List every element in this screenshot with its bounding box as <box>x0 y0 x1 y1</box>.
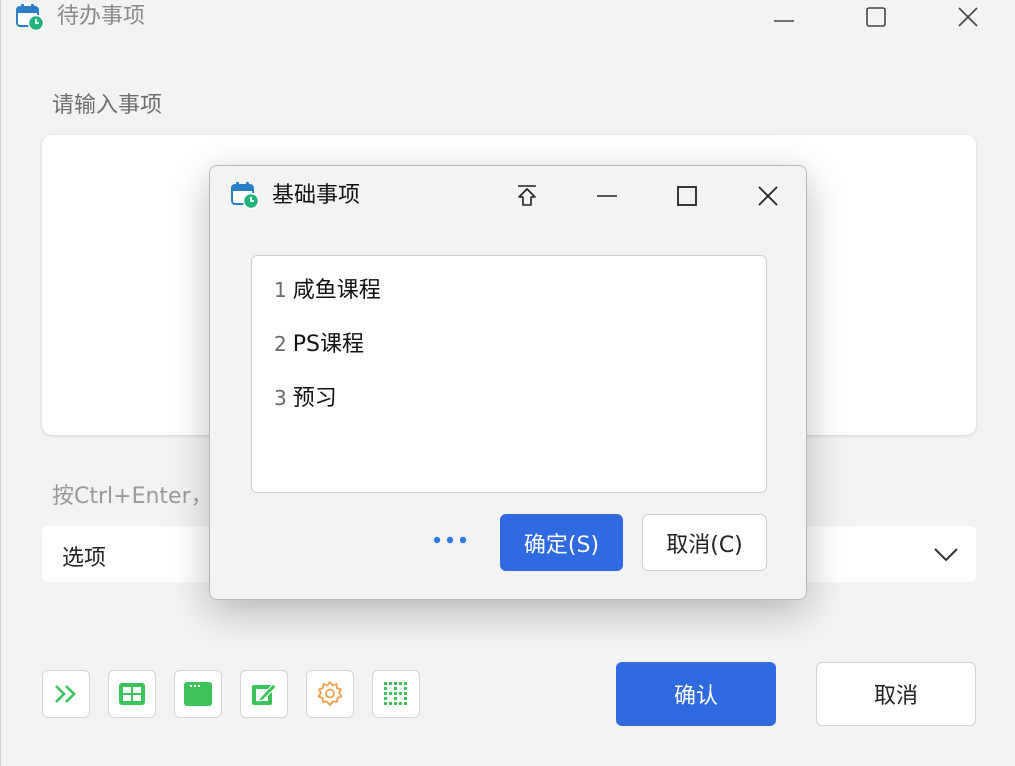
basic-items-dialog: 基础事项 1 咸鱼课程 2 PS课程 3 预习 确定(S) 取消(C) <box>209 165 807 600</box>
settings-button[interactable] <box>306 670 354 718</box>
list-item-text: 咸鱼课程 <box>292 278 381 303</box>
list-item-number: 1 <box>274 278 287 302</box>
minimize-icon <box>774 20 794 22</box>
dialog-minimize-button[interactable] <box>584 176 630 216</box>
pin-top-icon <box>518 185 536 206</box>
cancel-button[interactable]: 取消 <box>816 662 976 726</box>
confirm-button[interactable]: 确认 <box>616 662 776 726</box>
table-grid-icon <box>119 683 145 705</box>
table-button[interactable] <box>108 670 156 718</box>
list-item-number: 3 <box>274 386 287 410</box>
maximize-icon <box>866 7 886 27</box>
pin-top-button[interactable] <box>504 176 550 216</box>
dialog-ok-button[interactable]: 确定(S) <box>500 514 623 571</box>
dialog-maximize-button[interactable] <box>664 176 710 216</box>
dot-grid-icon <box>384 682 407 705</box>
minimize-icon <box>597 195 617 197</box>
main-window-title: 待办事项 <box>57 4 146 29</box>
minimize-button[interactable] <box>761 0 807 34</box>
shortcut-hint: 按Ctrl+Enter， <box>52 484 213 509</box>
list-item[interactable]: 2 PS课程 <box>274 326 364 358</box>
list-item-text: PS课程 <box>292 332 364 357</box>
edit-button[interactable] <box>240 670 288 718</box>
maximize-icon <box>677 186 697 206</box>
edit-icon <box>252 683 277 705</box>
list-item[interactable]: 3 预习 <box>274 380 337 412</box>
input-label: 请输入事项 <box>52 93 163 118</box>
list-item[interactable]: 1 咸鱼课程 <box>274 272 381 304</box>
close-button[interactable] <box>945 0 991 34</box>
double-chevron-right-icon <box>55 685 76 703</box>
chevron-down-icon <box>934 548 958 562</box>
grid-button[interactable] <box>372 670 420 718</box>
window-button[interactable] <box>174 670 222 718</box>
expand-button[interactable] <box>42 670 90 718</box>
list-item-text: 预习 <box>292 386 337 411</box>
main-titlebar: 待办事项 <box>1 0 1015 40</box>
dialog-cancel-button[interactable]: 取消(C) <box>642 514 767 571</box>
maximize-button[interactable] <box>853 0 899 34</box>
list-item-number: 2 <box>274 332 287 356</box>
window-icon <box>184 682 212 706</box>
calendar-clock-icon <box>231 182 260 210</box>
dialog-close-button[interactable] <box>745 176 791 216</box>
close-icon <box>758 186 778 206</box>
dialog-title: 基础事项 <box>272 183 361 208</box>
items-list[interactable]: 1 咸鱼课程 2 PS课程 3 预习 <box>251 255 767 493</box>
more-dots-icon <box>433 536 467 544</box>
select-value: 选项 <box>62 546 107 571</box>
close-icon <box>958 7 978 27</box>
more-options-button[interactable] <box>430 526 470 554</box>
gear-icon <box>317 681 343 706</box>
calendar-clock-icon <box>16 4 45 32</box>
